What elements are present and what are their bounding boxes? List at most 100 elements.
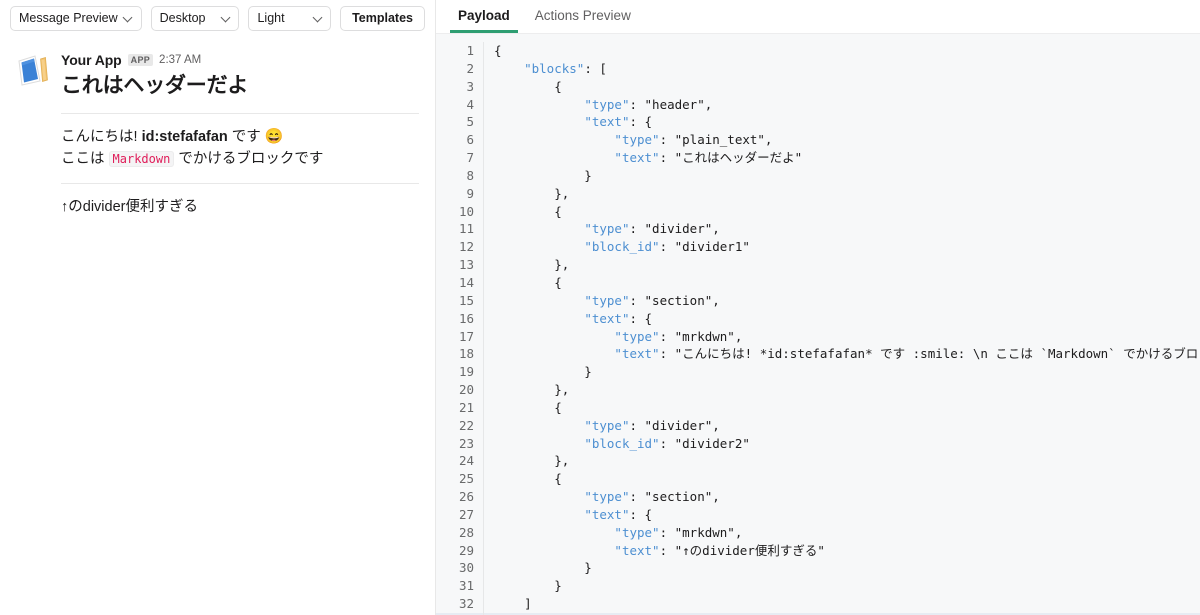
main-split: Message Preview Desktop Light Templates — [0, 0, 1200, 615]
code-line[interactable]: 28 "type": "mrkdwn", — [436, 523, 1200, 542]
code-text: { — [494, 78, 562, 94]
chevron-down-icon — [313, 14, 322, 23]
section-block-2: ↑のdivider便利すぎる — [61, 199, 198, 215]
code-line[interactable]: 31 } — [436, 577, 1200, 596]
code-text: "block_id": "divider2" — [584, 435, 750, 451]
code-text: } — [494, 167, 592, 183]
code-text: "type": "divider", — [584, 221, 720, 237]
code-line[interactable]: 17 "type": "mrkdwn", — [436, 327, 1200, 346]
payload-editor[interactable]: 1{2 "blocks": [3 {4 "type": "header", 5 "… — [436, 34, 1200, 615]
code-line[interactable]: 7 "text": "これはヘッダーだよ" — [436, 149, 1200, 167]
theme-select-value: Light — [257, 11, 285, 25]
code-line[interactable]: 24 }, — [436, 452, 1200, 471]
line-number: 30 — [436, 559, 484, 578]
code-line[interactable]: 4 "type": "header", — [436, 95, 1200, 114]
preview-pane: Message Preview Desktop Light Templates — [0, 0, 436, 615]
divider-block-1 — [61, 113, 419, 114]
code-line[interactable]: 20 }, — [436, 381, 1200, 399]
code-line[interactable]: 6 "type": "plain_text", — [436, 131, 1200, 150]
divider-block-2 — [61, 183, 419, 184]
line-number: 15 — [436, 291, 484, 310]
code-text: "type": "header", — [584, 96, 713, 112]
device-select-value: Desktop — [159, 11, 206, 25]
message-body: Your App APP 2:37 AM これはヘッダーだよ こんにちは! id… — [61, 50, 419, 218]
code-text: }, — [494, 257, 570, 273]
line-number: 12 — [436, 238, 484, 257]
code-line[interactable]: 15 "type": "section", — [436, 291, 1200, 310]
section1-middle: です — [227, 129, 265, 145]
code-text: } — [494, 578, 562, 594]
section-block-1: こんにちは! id:stefafafan です 😄 ここは Markdown で… — [61, 126, 419, 170]
code-text: }, — [494, 185, 570, 201]
line-number: 32 — [436, 595, 484, 613]
line-number: 25 — [436, 470, 484, 489]
code-text: "text": { — [584, 114, 653, 130]
code-text: "type": "divider", — [584, 417, 720, 433]
line-number: 18 — [436, 345, 484, 364]
code-lines: 1{2 "blocks": [3 {4 "type": "header", 5 "… — [436, 34, 1200, 615]
device-select[interactable]: Desktop — [150, 5, 240, 31]
line-number: 28 — [436, 523, 484, 542]
code-line[interactable]: 32 ] — [436, 595, 1200, 613]
app-book-icon — [16, 52, 52, 88]
code-text: { — [494, 203, 562, 219]
code-text: "type": "plain_text", — [614, 132, 773, 148]
mode-select[interactable]: Message Preview — [10, 5, 142, 31]
code-line[interactable]: 16 "text": { — [436, 309, 1200, 328]
code-line[interactable]: 3 { — [436, 77, 1200, 96]
code-line[interactable]: 30 } — [436, 559, 1200, 578]
line-number: 17 — [436, 327, 484, 346]
code-line[interactable]: 18 "text": "こんにちは! *id:stefafafan* です :s… — [436, 345, 1200, 364]
code-line[interactable]: 2 "blocks": [ — [436, 59, 1200, 78]
code-line[interactable]: 1{ — [436, 42, 1200, 60]
inline-code: Markdown — [108, 151, 175, 167]
message-author[interactable]: Your App — [61, 52, 122, 68]
line-number: 31 — [436, 577, 484, 596]
line-number: 7 — [436, 149, 484, 167]
code-line[interactable]: 8 } — [436, 166, 1200, 185]
tab-payload[interactable]: Payload — [450, 8, 518, 33]
tab-actions-preview[interactable]: Actions Preview — [527, 8, 639, 33]
code-line[interactable]: 25 { — [436, 470, 1200, 489]
code-text: { — [494, 471, 562, 487]
line-number: 21 — [436, 398, 484, 417]
code-line[interactable]: 5 "text": { — [436, 113, 1200, 132]
code-text: "text": "こんにちは! *id:stefafafan* です :smil… — [614, 346, 1200, 362]
preview-toolbar: Message Preview Desktop Light Templates — [0, 0, 435, 36]
message-preview-scroll: Your App APP 2:37 AM これはヘッダーだよ こんにちは! id… — [0, 36, 435, 615]
code-line[interactable]: 26 "type": "section", — [436, 488, 1200, 506]
line-number: 20 — [436, 381, 484, 399]
code-line[interactable]: 27 "text": { — [436, 505, 1200, 524]
code-line[interactable]: 21 { — [436, 398, 1200, 417]
code-text: "text": { — [584, 310, 653, 326]
line-number: 24 — [436, 452, 484, 471]
code-line[interactable]: 11 "type": "divider", — [436, 220, 1200, 239]
code-line[interactable]: 29 "text": "↑のdivider便利すぎる" — [436, 541, 1200, 560]
message-timestamp[interactable]: 2:37 AM — [159, 54, 201, 66]
line-number: 27 — [436, 505, 484, 524]
code-line[interactable]: 13 }, — [436, 256, 1200, 274]
line-number: 19 — [436, 363, 484, 382]
line-number: 26 — [436, 488, 484, 506]
smile-emoji-icon: 😄 — [264, 128, 284, 145]
code-line[interactable]: 10 { — [436, 202, 1200, 221]
section1-mention: id:stefafafan — [141, 129, 228, 145]
code-line[interactable]: 9 }, — [436, 184, 1200, 203]
section1-line2-suffix: でかけるブロックです — [174, 151, 324, 167]
templates-button[interactable]: Templates — [340, 5, 425, 31]
code-text: "type": "mrkdwn", — [614, 328, 743, 344]
code-line[interactable]: 19 } — [436, 363, 1200, 382]
section1-prefix: こんにちは! — [61, 129, 142, 145]
line-number: 13 — [436, 256, 484, 274]
code-line[interactable]: 23 "block_id": "divider2" — [436, 434, 1200, 453]
message: Your App APP 2:37 AM これはヘッダーだよ こんにちは! id… — [16, 36, 419, 218]
chevron-down-icon — [221, 14, 230, 23]
code-line[interactable]: 22 "type": "divider", — [436, 416, 1200, 435]
code-line[interactable]: 12 "block_id": "divider1" — [436, 238, 1200, 257]
code-text: "type": "mrkdwn", — [614, 524, 743, 540]
message-header: Your App APP 2:37 AM — [61, 51, 419, 69]
code-line[interactable]: 14 { — [436, 273, 1200, 292]
line-number: 4 — [436, 95, 484, 114]
theme-select[interactable]: Light — [248, 5, 332, 31]
section1-line2-prefix: ここは — [61, 151, 109, 167]
